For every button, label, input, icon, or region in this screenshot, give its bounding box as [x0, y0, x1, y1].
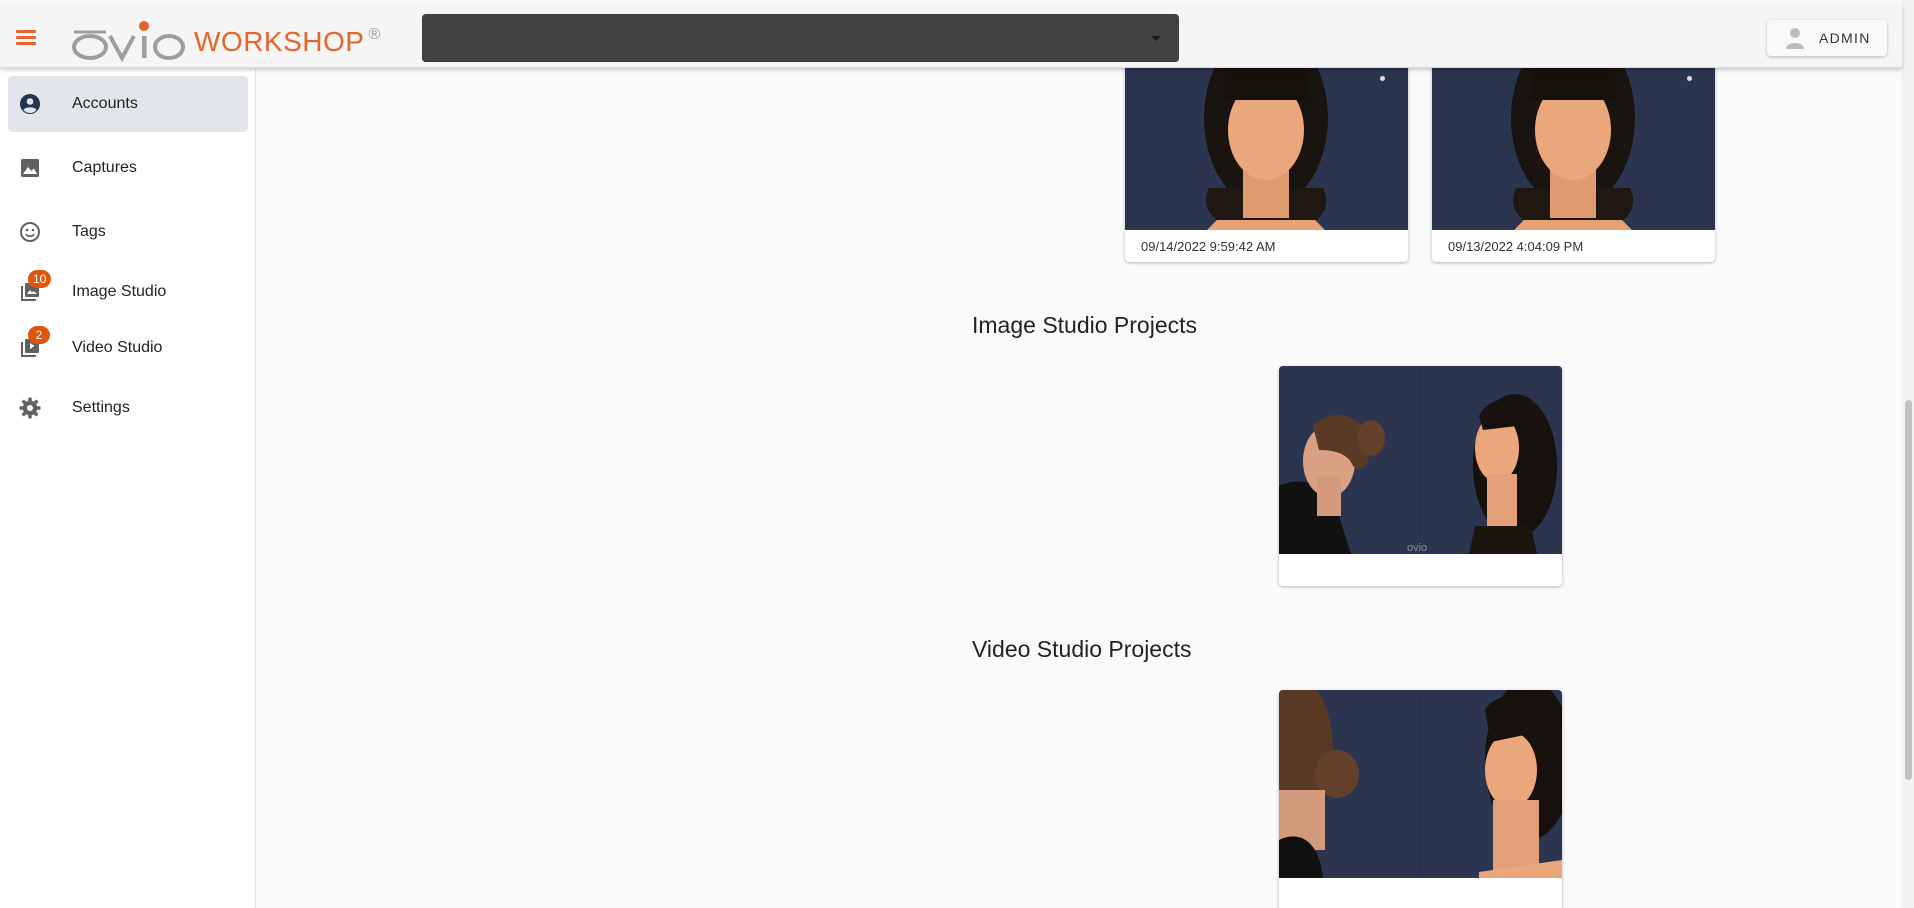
ovio-logo-icon — [72, 21, 185, 62]
scrollbar-thumb[interactable] — [1905, 400, 1912, 780]
gear-icon — [19, 397, 41, 419]
capture-thumbnail — [1125, 68, 1408, 230]
sidebar-item-video-studio[interactable]: 2 Video Studio — [8, 320, 248, 376]
capture-thumbnail — [1432, 68, 1715, 230]
image-studio-project-card[interactable]: ovio — [1279, 366, 1562, 586]
svg-text:ovio: ovio — [1407, 542, 1427, 554]
app-logo: WORKSHOP ® — [70, 14, 380, 62]
project-thumbnail: ovio — [1279, 366, 1562, 554]
capture-date: 09/13/2022 4:04:09 PM — [1448, 239, 1584, 254]
image-studio-projects-title: Image Studio Projects — [972, 312, 1198, 338]
sidebar-item-tags[interactable]: Tags — [8, 204, 248, 260]
chevron-down-icon — [1151, 36, 1161, 41]
person-icon — [1786, 28, 1804, 49]
sidebar-item-label: Captures — [72, 159, 137, 176]
capture-card[interactable]: 09/14/2022 9:59:42 AM — [1125, 68, 1408, 262]
smiley-face-icon — [20, 222, 40, 242]
main-content: 09/14/2022 9:59:42 AM 09/13/2022 4:04:09… — [257, 68, 1902, 908]
sidebar-item-settings[interactable]: Settings — [8, 380, 248, 436]
sidebar-item-label: Image Studio — [72, 283, 167, 300]
sidebar-item-label: Accounts — [72, 95, 138, 112]
capture-date: 09/14/2022 9:59:42 AM — [1141, 239, 1276, 254]
capture-marker-icon — [1687, 76, 1692, 81]
account-circle-icon — [20, 94, 40, 114]
logo-text: WORKSHOP — [194, 26, 365, 57]
logo-registered-mark: ® — [368, 26, 381, 43]
logo-wordmark: WORKSHOP ® — [194, 26, 381, 58]
hamburger-menu-icon[interactable] — [14, 26, 40, 48]
sidebar-item-image-studio[interactable]: 10 Image Studio — [8, 264, 248, 320]
user-name-label: ADMIN — [1819, 30, 1871, 46]
video-studio-projects-title: Video Studio Projects — [972, 636, 1192, 662]
page-scrollbar[interactable] — [1902, 0, 1914, 908]
image-icon — [21, 159, 39, 177]
sidebar-item-label: Video Studio — [72, 339, 163, 356]
project-thumbnail — [1279, 690, 1562, 878]
capture-marker-icon — [1380, 76, 1385, 81]
sidebar-nav: Accounts Captures Tags 10 Image Studio 2… — [0, 68, 256, 908]
sidebar-item-label: Settings — [72, 399, 130, 416]
capture-card[interactable]: 09/13/2022 4:04:09 PM — [1432, 68, 1715, 262]
image-studio-count-badge: 10 — [28, 270, 52, 288]
user-menu-button[interactable]: ADMIN — [1767, 20, 1887, 56]
sidebar-item-captures[interactable]: Captures — [8, 140, 248, 196]
sidebar-item-accounts[interactable]: Accounts — [8, 76, 248, 132]
sidebar-item-label: Tags — [72, 223, 106, 240]
video-studio-project-card[interactable] — [1279, 690, 1562, 908]
account-select-dropdown[interactable] — [422, 14, 1179, 62]
video-studio-count-badge: 2 — [28, 326, 50, 344]
app-header: WORKSHOP ® ADMIN — [0, 4, 1902, 68]
